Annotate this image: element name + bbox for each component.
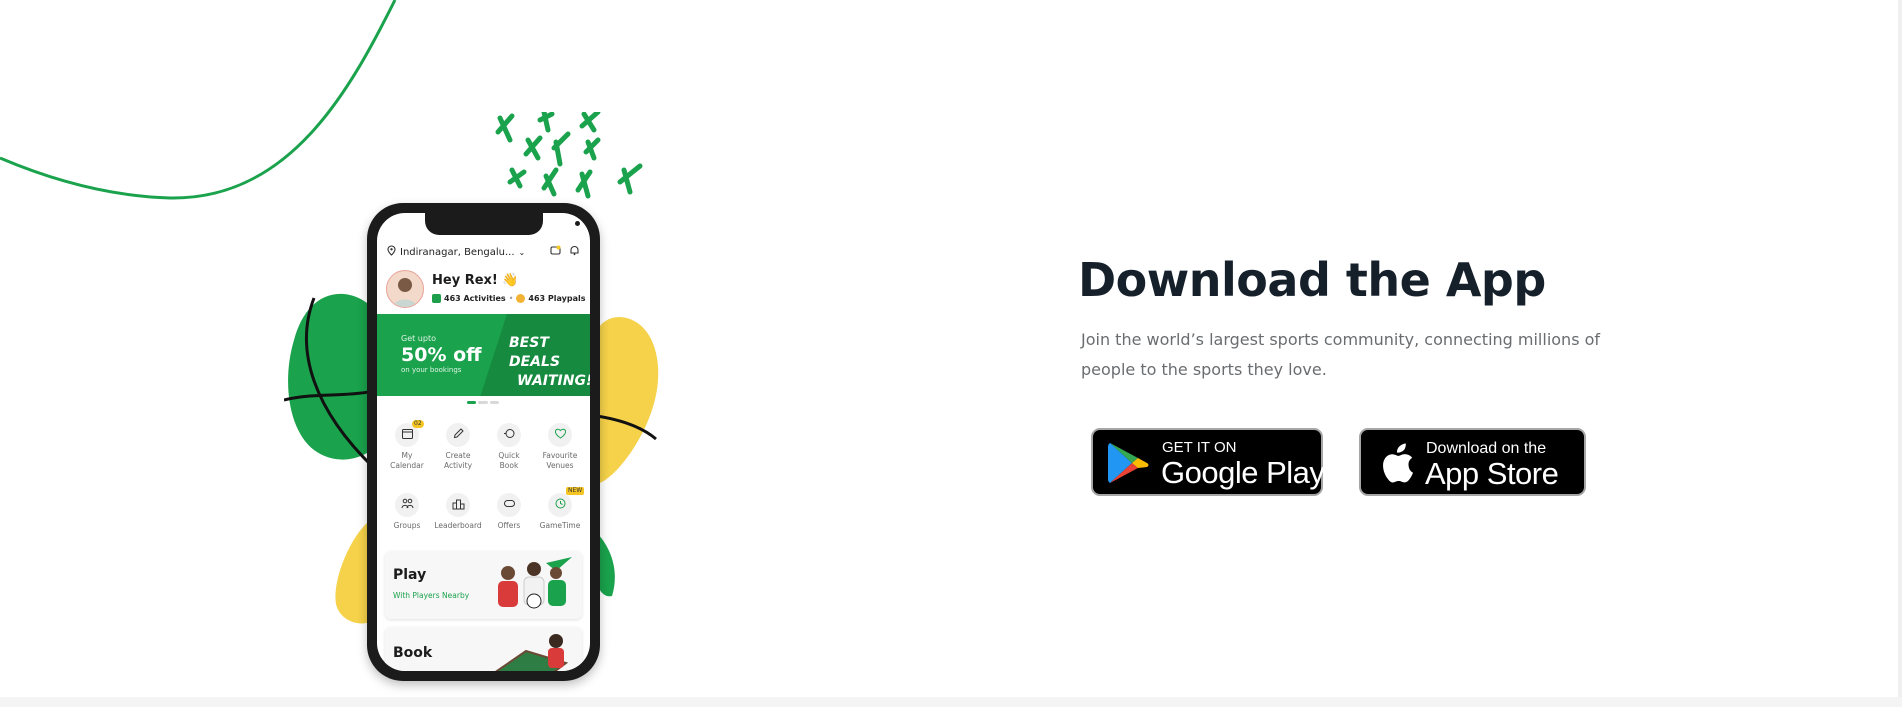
deals-line-1: BEST DEALS bbox=[509, 335, 561, 370]
page-title: Download the App bbox=[1078, 253, 1546, 307]
book-card-title: Book bbox=[393, 645, 433, 661]
tile-my-calendar[interactable]: 02 My Calendar bbox=[383, 420, 431, 471]
camera-dot bbox=[575, 221, 580, 226]
activities-count: 463 Activities bbox=[444, 294, 506, 303]
tile-quick-book[interactable]: Quick Book bbox=[485, 423, 533, 471]
google-play-icon bbox=[1107, 441, 1151, 485]
playpals-icon bbox=[516, 294, 526, 303]
location-pin-icon bbox=[387, 245, 396, 259]
deals-line-2: WAITING! bbox=[517, 373, 590, 389]
greeting-title: Hey Rex! 👋 bbox=[432, 273, 519, 288]
banner-pager bbox=[467, 401, 499, 404]
tile-label: Venues bbox=[546, 461, 574, 470]
quick-actions-row-2: Groups Leaderboard Offers NEW GameTime bbox=[383, 487, 585, 531]
tile-label: Leaderboard bbox=[434, 521, 482, 530]
tile-label: Create bbox=[445, 451, 471, 460]
groups-icon bbox=[401, 497, 414, 513]
tile-label: Book bbox=[499, 461, 519, 470]
pencil-icon bbox=[452, 427, 465, 443]
bell-icon[interactable] bbox=[569, 245, 580, 259]
heart-icon bbox=[554, 427, 567, 443]
tile-label: My bbox=[401, 451, 413, 460]
players-illustration bbox=[498, 557, 572, 609]
phone-mockup: Indiranagar, Bengalu... ⌄ Hey Rex! 👋 463… bbox=[367, 203, 600, 681]
tile-groups[interactable]: Groups bbox=[383, 493, 431, 531]
wallet-icon[interactable] bbox=[550, 245, 561, 259]
calendar-badge: 02 bbox=[412, 420, 424, 428]
tile-create-activity[interactable]: Create Activity bbox=[434, 423, 482, 471]
offers-icon bbox=[503, 497, 516, 513]
app-store-big-text: App Store bbox=[1425, 456, 1559, 491]
phone-screen: Indiranagar, Bengalu... ⌄ Hey Rex! 👋 463… bbox=[377, 213, 590, 671]
google-play-button[interactable]: GET IT ON Google Play bbox=[1091, 428, 1325, 496]
play-card-subtitle: With Players Nearby bbox=[393, 591, 470, 600]
banner-deals-text: BEST DEALS WAITING! bbox=[509, 334, 590, 391]
apple-icon bbox=[1377, 440, 1415, 486]
new-badge: NEW bbox=[566, 487, 585, 495]
deals-banner[interactable]: Get upto 50% off on your bookings BEST D… bbox=[377, 314, 590, 396]
banner-kicker: Get upto bbox=[401, 334, 436, 343]
google-play-big-text: Google Play bbox=[1161, 455, 1325, 490]
location-text: Indiranagar, Bengalu... bbox=[400, 246, 515, 258]
tile-favourite-venues[interactable]: Favourite Venues bbox=[536, 423, 584, 471]
yellow-leaf-blob bbox=[590, 317, 659, 483]
gametime-icon bbox=[554, 497, 567, 513]
banner-headline: 50% off bbox=[401, 344, 482, 366]
section-description: Join the world’s largest sports communit… bbox=[1081, 330, 1601, 379]
tile-label: Activity bbox=[443, 461, 473, 470]
phone-notch bbox=[424, 213, 543, 235]
location-selector[interactable]: Indiranagar, Bengalu... ⌄ bbox=[387, 245, 550, 259]
calendar-icon bbox=[401, 427, 414, 443]
tile-label: GameTime bbox=[539, 521, 581, 530]
avatar[interactable] bbox=[386, 270, 424, 308]
playpals-count: 463 Playpals bbox=[528, 294, 586, 303]
section-divider bbox=[0, 697, 1902, 707]
stats-separator: • bbox=[508, 294, 514, 303]
scrollbar-track[interactable] bbox=[1898, 0, 1902, 707]
tile-gametime[interactable]: NEW GameTime bbox=[536, 487, 585, 531]
banner-subline: on your bookings bbox=[401, 366, 462, 374]
quick-actions-row-1: 02 My Calendar Create Activity Quick Boo… bbox=[383, 420, 584, 471]
greeting-block: Hey Rex! 👋 463 Activities • 463 Playpals bbox=[386, 270, 586, 310]
tile-label: Offers bbox=[497, 521, 521, 530]
quick-book-icon bbox=[503, 427, 516, 443]
chevron-down-icon: ⌄ bbox=[518, 247, 526, 257]
book-card[interactable]: Book bbox=[385, 627, 582, 671]
tile-label: Favourite bbox=[542, 451, 578, 460]
tile-leaderboard[interactable]: Leaderboard bbox=[434, 493, 482, 531]
greeting-stats: 463 Activities • 463 Playpals bbox=[432, 294, 586, 303]
app-store-button[interactable]: Download on the App Store bbox=[1359, 428, 1586, 496]
tile-offers[interactable]: Offers bbox=[485, 493, 533, 531]
activities-icon bbox=[432, 294, 441, 303]
play-card-title: Play bbox=[393, 567, 427, 583]
app-topbar: Indiranagar, Bengalu... ⌄ bbox=[387, 244, 580, 260]
google-play-small-text: GET IT ON bbox=[1162, 439, 1237, 456]
play-card[interactable]: Play With Players Nearby bbox=[385, 551, 582, 619]
decorative-curve bbox=[0, 0, 397, 200]
tile-label: Groups bbox=[393, 521, 421, 530]
leaderboard-icon bbox=[452, 497, 465, 513]
tile-label: Calendar bbox=[390, 461, 424, 470]
venue-illustration bbox=[495, 634, 569, 671]
tile-label: Quick bbox=[498, 451, 520, 460]
